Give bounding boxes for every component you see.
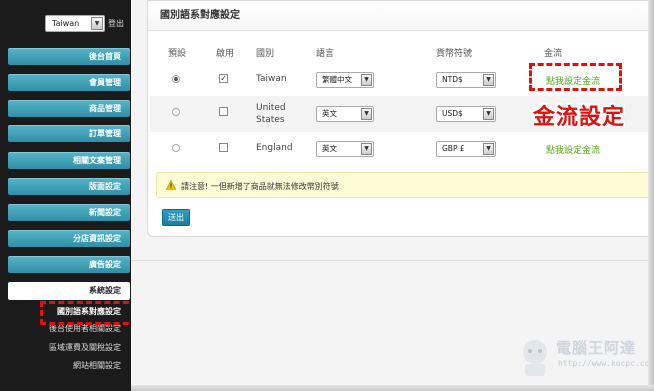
sidebar-item-orders[interactable]: 訂單管理: [8, 125, 130, 142]
language-select-value: 英文: [322, 144, 337, 153]
sidebar-item-branches[interactable]: 分店資訊設定: [8, 230, 130, 247]
page-title: 國別語系對應設定: [148, 1, 654, 31]
default-radio[interactable]: [172, 108, 180, 116]
currency-select[interactable]: USD$ ▼: [436, 106, 496, 122]
logout-link[interactable]: 登出: [108, 18, 124, 29]
highlight-box-menu: [40, 301, 138, 325]
watermark-title: 電腦王阿達: [556, 339, 637, 357]
sidebar-item-products[interactable]: 商品管理: [8, 100, 130, 117]
header-enabled: 啟用: [216, 49, 235, 59]
sidebar-item-dashboard[interactable]: 後台首頁: [8, 48, 130, 65]
header-country: 國別: [256, 49, 275, 59]
default-radio[interactable]: [172, 75, 180, 83]
language-select-value: 英文: [322, 109, 337, 118]
language-select[interactable]: 英文 ▼: [316, 106, 374, 122]
sidebar-item-system-settings[interactable]: 系統設定: [8, 282, 130, 300]
sidebar-item-ads[interactable]: 廣告設定: [8, 256, 130, 273]
page-shadow-bottom: [131, 385, 654, 391]
sidebar-item-members[interactable]: 會員管理: [8, 74, 130, 91]
chevron-down-icon: ▼: [361, 108, 372, 120]
header-payment: 金流: [544, 49, 563, 59]
sidebar-item-news[interactable]: 新聞設定: [8, 204, 130, 221]
chevron-down-icon: ▼: [361, 143, 372, 155]
warning-icon: [166, 180, 176, 190]
sidebar-subitem-shipping-tax[interactable]: 區域運費及關稅設定: [8, 342, 130, 353]
country-select-value: Taiwan: [52, 19, 80, 28]
main-content: 國別語系對應設定 預設 啟用 國別 語言 貨幣符號 金流 ✓ Taiwan 繁體…: [131, 0, 654, 385]
country-name: Taiwan: [256, 74, 287, 84]
language-select[interactable]: 繁體中文 ▼: [316, 72, 374, 88]
country-name: United States: [256, 103, 286, 125]
header-language: 語言: [316, 49, 335, 59]
sidebar-item-copywriting[interactable]: 相關文案管理: [8, 152, 130, 169]
country-select[interactable]: Taiwan ▼: [45, 15, 105, 32]
submit-button[interactable]: 送出: [162, 209, 190, 226]
language-select-value: 繁體中文: [322, 75, 352, 84]
sidebar: Taiwan ▼ 登出 後台首頁 會員管理 商品管理 訂單管理 相關文案管理 版…: [0, 0, 131, 391]
chevron-down-icon: ▼: [483, 143, 494, 155]
enabled-checkbox[interactable]: [219, 107, 228, 116]
currency-select-value: USD$: [442, 109, 463, 118]
chevron-down-icon: ▼: [483, 108, 494, 120]
divider: [131, 260, 648, 261]
watermark: 電腦王阿達 http://www.kocpc.com.tw: [512, 331, 654, 387]
currency-select[interactable]: GBP £ ▼: [436, 141, 496, 157]
notice-banner: 請注意! 一但新增了商品就無法修改幣別符號: [156, 172, 654, 198]
chevron-down-icon: ▼: [91, 17, 103, 30]
notice-text: 請注意! 一但新增了商品就無法修改幣別符號: [181, 182, 339, 191]
payment-settings-link[interactable]: 點我設定金流: [546, 143, 600, 156]
header-default: 預設: [168, 49, 187, 59]
table-row: England 英文 ▼ GBP £ ▼ 點我設定金流: [150, 132, 653, 164]
mascot-icon: [523, 340, 547, 376]
default-radio[interactable]: [172, 144, 180, 152]
currency-select-value: NTD$: [442, 75, 463, 84]
enabled-checkbox[interactable]: ✓: [219, 74, 228, 83]
sidebar-subitem-website[interactable]: 網站相關設定: [8, 360, 130, 371]
country-name: England: [256, 143, 293, 153]
callout-label: 金流設定: [533, 105, 626, 130]
currency-select[interactable]: NTD$ ▼: [436, 72, 496, 88]
sidebar-item-layout[interactable]: 版面設定: [8, 178, 130, 195]
enabled-checkbox[interactable]: [219, 143, 228, 152]
page-shadow-right: [648, 0, 654, 391]
highlight-box-payment: [529, 63, 622, 91]
chevron-down-icon: ▼: [361, 74, 372, 86]
language-select[interactable]: 英文 ▼: [316, 141, 374, 157]
watermark-url: http://www.kocpc.com.tw: [558, 359, 654, 368]
chevron-down-icon: ▼: [483, 74, 494, 86]
header-currency: 貨幣符號: [436, 49, 473, 59]
currency-select-value: GBP £: [442, 144, 465, 153]
